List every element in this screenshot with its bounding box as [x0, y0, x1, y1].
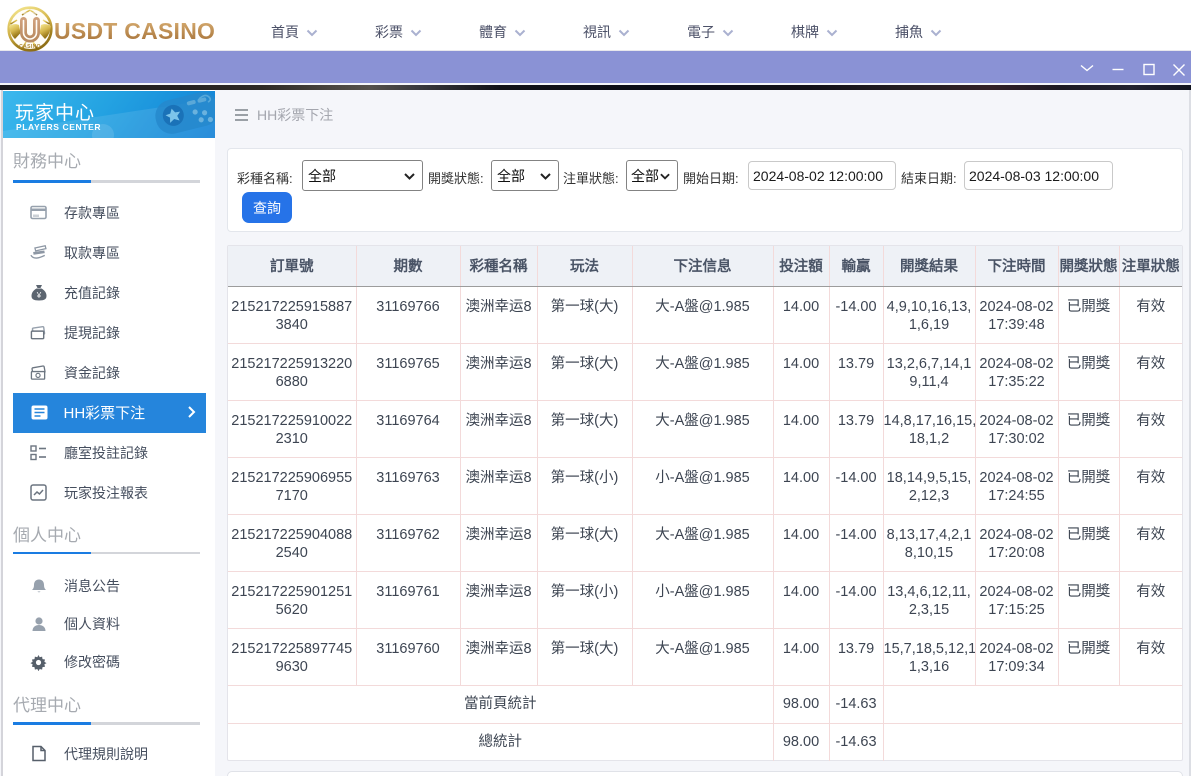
svg-text:CASINO: CASINO: [19, 44, 41, 50]
svg-text:¥: ¥: [35, 291, 41, 300]
